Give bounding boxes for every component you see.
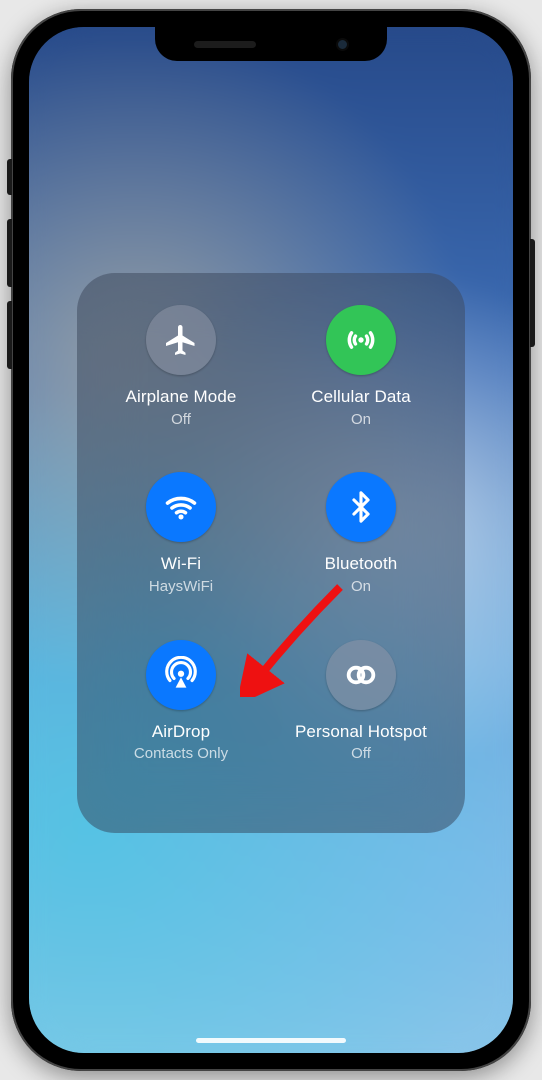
- airdrop-tile[interactable]: AirDrop Contacts Only: [91, 640, 271, 807]
- connectivity-card[interactable]: Airplane Mode Off Cellular Data On: [77, 273, 465, 833]
- mute-switch: [7, 159, 12, 195]
- personal-hotspot-status: Off: [351, 745, 371, 762]
- cellular-icon: [326, 305, 396, 375]
- cellular-data-status: On: [351, 411, 371, 428]
- personal-hotspot-label: Personal Hotspot: [295, 722, 427, 742]
- personal-hotspot-tile[interactable]: Personal Hotspot Off: [271, 640, 451, 807]
- airdrop-status: Contacts Only: [134, 745, 228, 762]
- front-camera: [336, 38, 349, 51]
- wifi-tile[interactable]: Wi-Fi HaysWiFi: [91, 472, 271, 639]
- bluetooth-tile[interactable]: Bluetooth On: [271, 472, 451, 639]
- airplane-mode-tile[interactable]: Airplane Mode Off: [91, 305, 271, 472]
- speaker-grille: [194, 41, 256, 48]
- screen: Airplane Mode Off Cellular Data On: [29, 27, 513, 1053]
- side-button: [530, 239, 535, 347]
- airdrop-label: AirDrop: [152, 722, 210, 742]
- wifi-icon: [146, 472, 216, 542]
- airplane-mode-status: Off: [171, 411, 191, 428]
- bluetooth-status: On: [351, 578, 371, 595]
- bluetooth-label: Bluetooth: [325, 554, 398, 574]
- airdrop-icon: [146, 640, 216, 710]
- home-indicator[interactable]: [196, 1038, 346, 1043]
- cellular-data-tile[interactable]: Cellular Data On: [271, 305, 451, 472]
- volume-down-button: [7, 301, 12, 369]
- volume-up-button: [7, 219, 12, 287]
- bluetooth-icon: [326, 472, 396, 542]
- cellular-data-label: Cellular Data: [311, 387, 411, 407]
- wifi-status: HaysWiFi: [149, 578, 213, 595]
- wifi-label: Wi-Fi: [161, 554, 201, 574]
- hotspot-icon: [326, 640, 396, 710]
- airplane-icon: [146, 305, 216, 375]
- iphone-frame: Airplane Mode Off Cellular Data On: [11, 9, 531, 1071]
- airplane-mode-label: Airplane Mode: [126, 387, 237, 407]
- notch: [155, 27, 387, 61]
